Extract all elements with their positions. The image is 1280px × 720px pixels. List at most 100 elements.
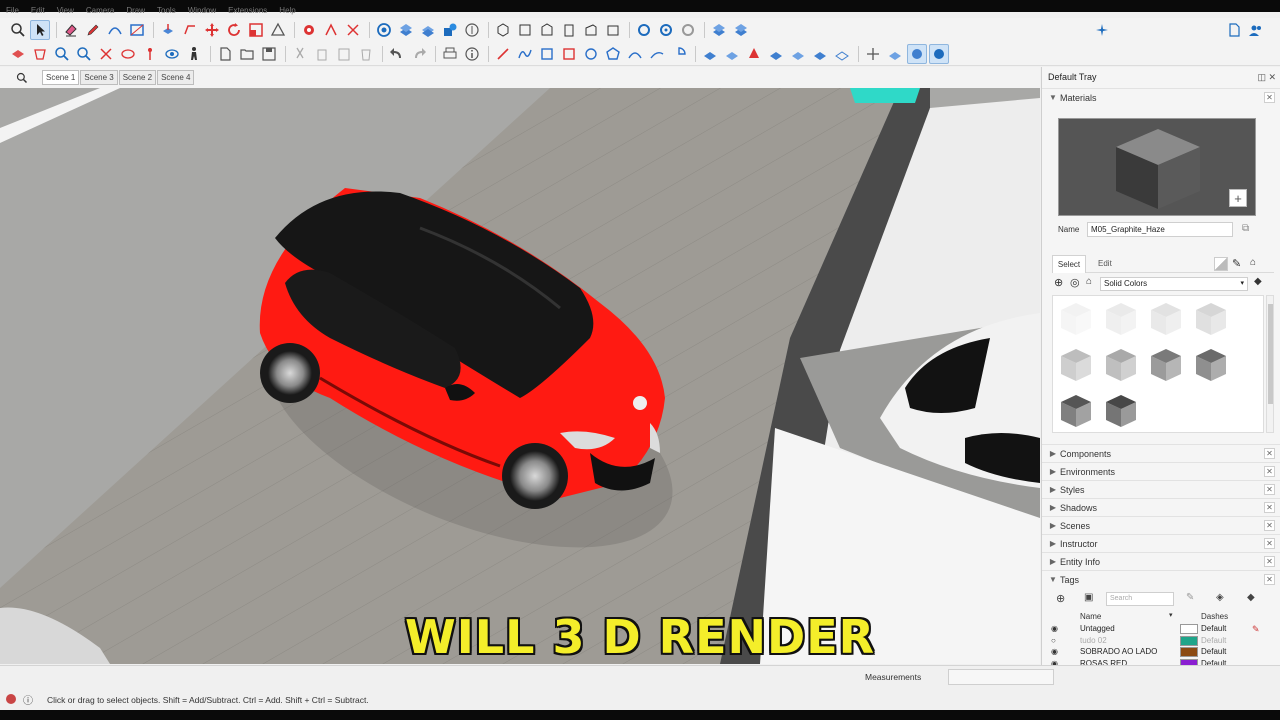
sandbox-icon[interactable]	[709, 20, 729, 40]
section-scenes[interactable]: ▶ Scenes ✕	[1042, 516, 1280, 534]
close-icon[interactable]: ✕	[1264, 466, 1275, 477]
tape-measure-icon[interactable]	[299, 20, 319, 40]
create-material-icon[interactable]: +	[1229, 189, 1247, 207]
back-edges-icon[interactable]	[118, 44, 138, 64]
measurements-input[interactable]	[948, 669, 1054, 685]
render-start-icon[interactable]	[929, 43, 949, 64]
polygon-icon[interactable]	[603, 44, 623, 64]
close-icon[interactable]: ✕	[1264, 448, 1275, 459]
material-swatch[interactable]	[1190, 344, 1232, 386]
orbit-icon[interactable]	[374, 20, 394, 40]
select-arrow-icon[interactable]	[30, 20, 50, 40]
section-tags[interactable]: ▼ Tags ✕	[1042, 570, 1280, 588]
extension-icon[interactable]	[462, 20, 482, 40]
follow-me-icon[interactable]	[180, 20, 200, 40]
search-icon[interactable]	[12, 68, 32, 88]
zoom-out-icon[interactable]	[74, 44, 94, 64]
search-icon[interactable]	[8, 20, 28, 40]
undo-icon[interactable]	[387, 44, 407, 64]
add-tag-icon[interactable]: ⊕	[1056, 592, 1065, 605]
document-icon[interactable]	[1224, 20, 1244, 40]
arc-3pt-icon[interactable]	[647, 44, 667, 64]
edit-tag-icon[interactable]: ✎	[1186, 592, 1194, 603]
pencil-icon[interactable]	[83, 20, 103, 40]
view-left-icon[interactable]	[603, 20, 623, 40]
rotate-icon[interactable]	[224, 20, 244, 40]
menu-extensions[interactable]: Extensions	[228, 6, 267, 18]
material-name-field[interactable]: M05_Graphite_Haze	[1087, 222, 1233, 237]
forward-icon[interactable]: ◎	[1070, 276, 1080, 289]
arc-icon[interactable]	[105, 20, 125, 40]
new-file-icon[interactable]	[215, 44, 235, 64]
info-icon[interactable]: ⓘ	[23, 692, 33, 707]
line-tool-icon[interactable]	[493, 44, 513, 64]
tag-row[interactable]: ◉ Untagged Default ✎	[1042, 624, 1280, 635]
warehouse-icon[interactable]	[440, 20, 460, 40]
sandbox-contours-icon[interactable]	[700, 44, 720, 64]
circle-icon[interactable]	[581, 44, 601, 64]
eyedropper-icon[interactable]: ✎	[1232, 257, 1241, 270]
tag-color[interactable]	[1180, 635, 1198, 646]
view-right-icon[interactable]	[559, 20, 579, 40]
material-swatch[interactable]	[1145, 344, 1187, 386]
tag-color[interactable]	[1180, 647, 1198, 657]
view-front-icon[interactable]	[537, 20, 557, 40]
close-icon[interactable]: ✕	[1264, 538, 1275, 549]
tag-row[interactable]: ◉ SOBRADO AO LADO Default	[1042, 647, 1280, 658]
view-iso-icon[interactable]	[493, 20, 513, 40]
eraser-icon[interactable]	[61, 20, 81, 40]
swatch-scrollbar[interactable]	[1266, 295, 1274, 433]
add-folder-icon[interactable]: ▣	[1084, 592, 1093, 603]
cut-icon[interactable]	[290, 44, 310, 64]
add-detail-icon[interactable]	[810, 44, 830, 64]
model-viewport[interactable]	[0, 88, 1040, 664]
delete-icon[interactable]	[356, 44, 376, 64]
eye-icon[interactable]: ○	[1051, 636, 1056, 645]
scroll-thumb[interactable]	[1268, 304, 1273, 404]
zoom-in-icon[interactable]	[52, 44, 72, 64]
render-icon[interactable]	[885, 44, 905, 64]
eye-icon[interactable]: ◉	[1051, 647, 1058, 656]
home-icon[interactable]: ⌂	[1086, 276, 1092, 287]
col-name[interactable]: Name	[1080, 612, 1101, 621]
menu-draw[interactable]: Draw	[126, 6, 145, 18]
material-swatch[interactable]	[1055, 344, 1097, 386]
section-materials[interactable]: ▼ Materials ✕	[1042, 88, 1280, 106]
position-camera-icon[interactable]	[863, 44, 883, 64]
geo-location-icon[interactable]	[6, 694, 16, 704]
rect-tool-icon[interactable]	[537, 44, 557, 64]
tag-dashes[interactable]: Default	[1201, 624, 1226, 633]
menu-view[interactable]: View	[57, 6, 74, 18]
smoove-icon[interactable]	[744, 44, 764, 64]
details-icon[interactable]: ◆	[1254, 276, 1262, 287]
eye-icon[interactable]: ◉	[1051, 624, 1058, 633]
dimension-icon[interactable]	[321, 20, 341, 40]
sample-paint-icon[interactable]	[1214, 257, 1228, 271]
menu-help[interactable]: Help	[279, 6, 295, 18]
material-swatch[interactable]	[1100, 344, 1142, 386]
material-swatch[interactable]	[1190, 298, 1232, 340]
freehand-icon[interactable]	[515, 44, 535, 64]
move-icon[interactable]	[202, 20, 222, 40]
section-environments[interactable]: ▶ Environments ✕	[1042, 462, 1280, 480]
in-model-icon[interactable]: ⌂	[1250, 257, 1256, 268]
menu-camera[interactable]: Camera	[86, 6, 114, 18]
section-plane-icon[interactable]	[8, 44, 28, 64]
walk-icon[interactable]	[140, 44, 160, 64]
section-components[interactable]: ▶ Components ✕	[1042, 444, 1280, 462]
menu-edit[interactable]: Edit	[31, 6, 45, 18]
section-instructor[interactable]: ▶ Instructor ✕	[1042, 534, 1280, 552]
arc-2pt-icon[interactable]	[625, 44, 645, 64]
close-icon[interactable]: ✕	[1264, 484, 1275, 495]
close-icon[interactable]: ✕	[1264, 556, 1275, 567]
redo-icon[interactable]	[409, 44, 429, 64]
open-folder-icon[interactable]	[237, 44, 257, 64]
view-back-icon[interactable]	[581, 20, 601, 40]
layers-icon[interactable]	[418, 20, 438, 40]
zoom-window-icon[interactable]	[656, 20, 676, 40]
section-styles[interactable]: ▶ Styles ✕	[1042, 480, 1280, 498]
tag-row[interactable]: ○ tudo 02 Default	[1042, 635, 1280, 647]
duplicate-icon[interactable]: ⧉	[1242, 223, 1249, 234]
menu-tools[interactable]: Tools	[157, 6, 176, 18]
copy-icon[interactable]	[312, 44, 332, 64]
